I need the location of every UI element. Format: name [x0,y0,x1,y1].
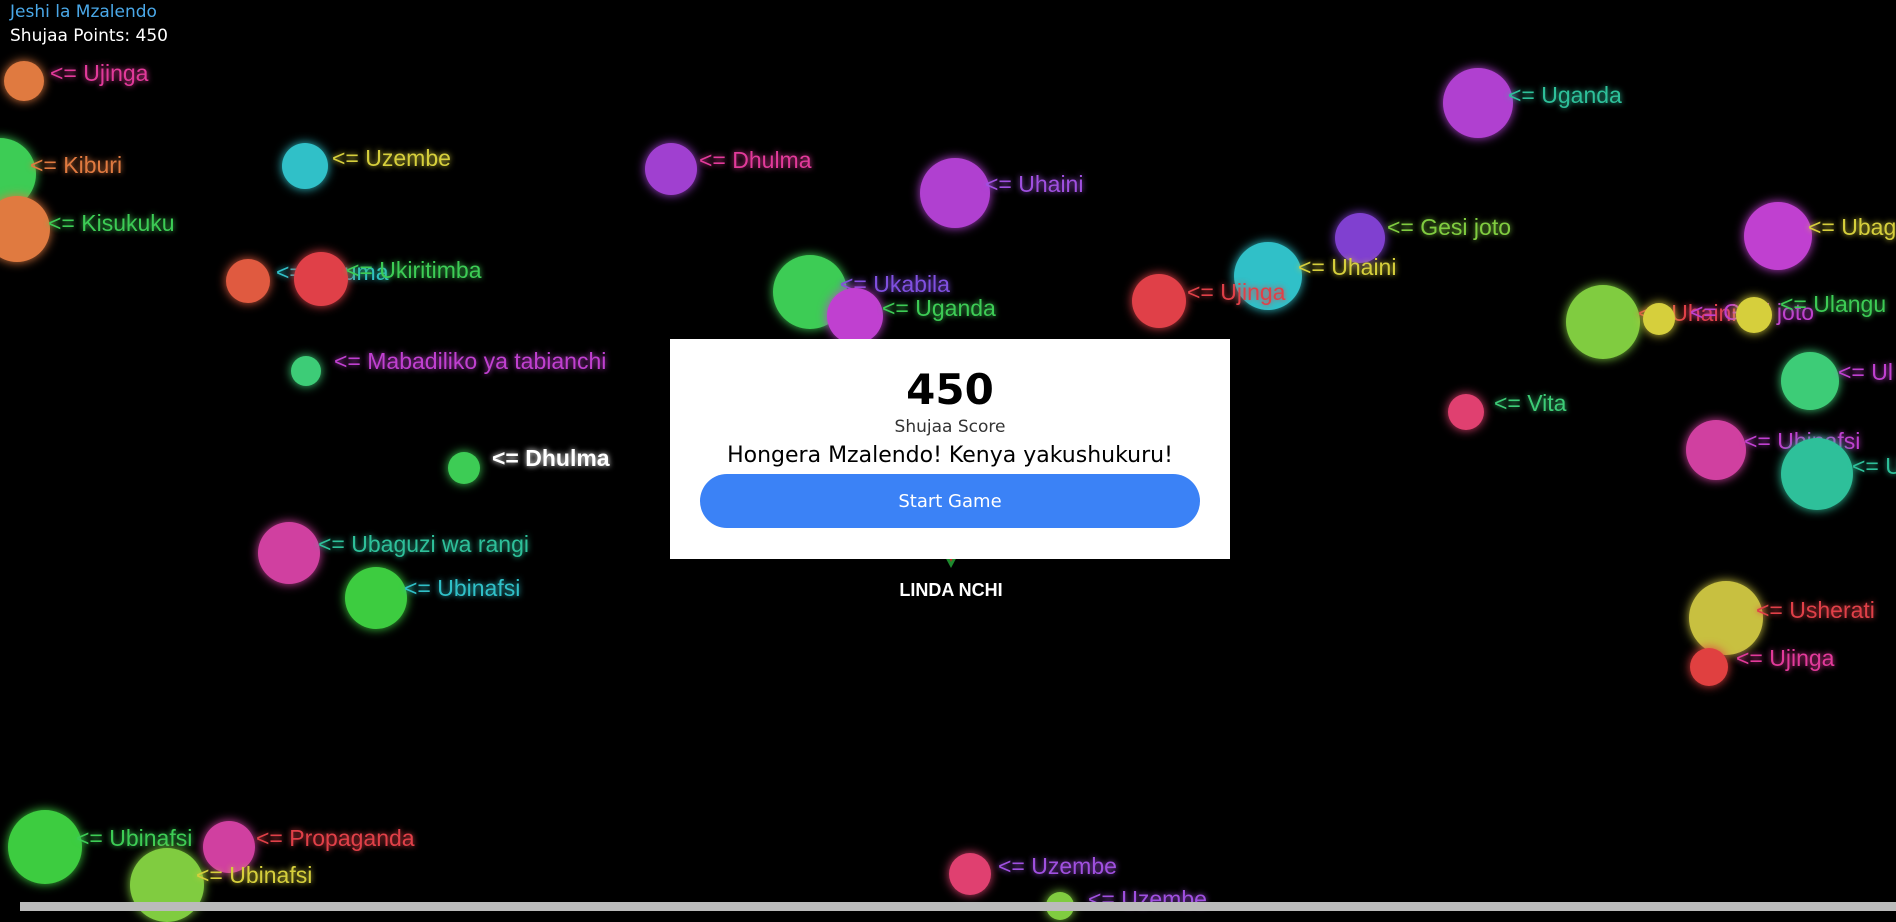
target-label: <= Ubaguzi wa rangi [318,531,529,557]
target-ball[interactable] [1132,274,1186,328]
target-ball[interactable] [1781,438,1853,510]
target-label: <= Uganda [1508,82,1622,108]
target-ball[interactable] [920,158,990,228]
target-ball[interactable] [1689,581,1763,655]
target-ball[interactable] [1744,202,1812,270]
target-label: <= Ulangu [1780,291,1887,317]
horizontal-scrollbar[interactable] [20,902,1896,911]
target-label: <= U [1852,453,1896,479]
target-ball[interactable] [1781,352,1839,410]
target-ball[interactable] [1736,297,1772,333]
final-score: 450 [906,365,994,414]
target-label: <= Ubinafsi [76,825,193,851]
target-label: <= Dhulma [492,445,610,471]
target-label: <= Usherati [1756,597,1875,623]
target-label: <= Dhulma [699,147,812,173]
target-ball[interactable] [949,853,991,895]
points-counter: Shujaa Points: 450 [10,26,168,46]
target-ball[interactable] [291,356,321,386]
target-label: <= Ubinafsi [196,862,313,888]
target-ball[interactable] [645,143,697,195]
target-ball[interactable] [345,567,407,629]
target-label: <= Gesi joto [1387,214,1512,240]
target-ball[interactable] [827,288,883,344]
target-ball[interactable] [258,522,320,584]
score-label: Shujaa Score [894,417,1006,437]
target-ball[interactable] [226,259,270,303]
target-label: <= Ujinga [1736,645,1835,671]
start-game-button[interactable]: Start Game [700,474,1200,528]
target-ball[interactable] [4,61,44,101]
target-ball[interactable] [1686,420,1746,480]
target-label: <= Uhaini [985,171,1084,197]
target-label: <= Propaganda [256,825,415,851]
target-label: <= Vita [1494,390,1567,416]
target-label: <= Uganda [882,295,996,321]
target-label: <= Ujinga [1187,279,1286,305]
target-ball[interactable] [448,452,480,484]
game-over-modal: 450 Shujaa Score Hongera Mzalendo! Kenya… [670,339,1230,559]
target-label: <= Uzembe [332,145,451,171]
target-label: <= Uzembe [998,853,1117,879]
target-ball[interactable] [8,810,82,884]
target-label: <= Ubag [1808,214,1896,240]
target-label: <= Ujinga [50,60,149,86]
target-ball[interactable] [282,143,328,189]
target-ball[interactable] [1690,648,1728,686]
target-label: <= Ul [1838,359,1893,385]
target-label: <= Mabadiliko ya tabianchi [334,348,607,374]
congratulations-message: Hongera Mzalendo! Kenya yakushukuru! [727,443,1173,468]
target-label: <= Ubinafsi [404,575,521,601]
target-ball[interactable] [0,196,50,262]
target-ball[interactable] [1448,394,1484,430]
target-label: <= Uhaini [1298,254,1397,280]
target-ball[interactable] [294,252,348,306]
target-label: <= Ukiritimba [346,257,482,283]
target-ball[interactable] [1443,68,1513,138]
emblem-caption: LINDA NCHI [899,580,1003,600]
target-ball[interactable] [1566,285,1640,359]
target-label: <= Kisukuku [48,210,175,236]
target-label: <= Kiburi [30,152,123,178]
game-title: Jeshi la Mzalendo [10,2,157,22]
target-ball[interactable] [1643,303,1675,335]
